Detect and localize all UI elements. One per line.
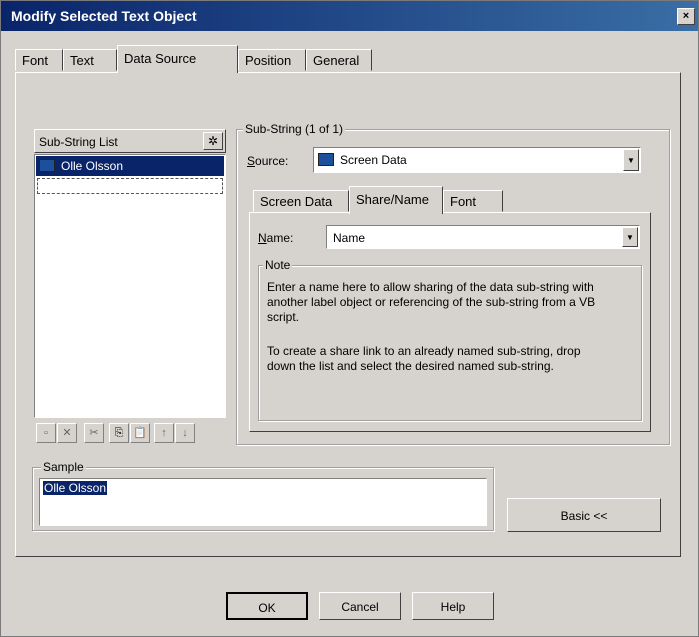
chevron-down-icon[interactable]: ▼: [623, 149, 639, 171]
sample-text: Olle Olsson: [43, 481, 108, 495]
ok-button[interactable]: OK: [226, 592, 308, 620]
name-value: Name: [333, 231, 366, 245]
sample-label: Sample: [41, 460, 86, 474]
paste-icon[interactable]: 📋: [130, 423, 150, 443]
delete-icon[interactable]: ✕: [57, 423, 77, 443]
sample-preview: Olle Olsson: [39, 478, 487, 526]
substring-group: Sub-String (1 of 1) Source: Screen Data …: [236, 122, 670, 445]
title-bar[interactable]: Modify Selected Text Object ×: [1, 1, 698, 31]
substring-listbox[interactable]: Olle Olsson: [34, 154, 226, 418]
note-label: Note: [263, 258, 293, 272]
source-label: Source:: [247, 154, 289, 168]
dialog-window: Modify Selected Text Object × Font Text …: [0, 0, 699, 637]
monitor-icon: [318, 153, 334, 167]
tab-screen-data[interactable]: Screen Data: [253, 190, 349, 212]
source-value: Screen Data: [340, 153, 407, 167]
substring-list-label: Sub-String List: [39, 135, 118, 149]
substring-list-toolbar: ▫ ✕ ✂ ⎘ 📋 ↑ ↓: [34, 423, 226, 445]
tab-data-source[interactable]: Data Source: [117, 45, 238, 73]
close-button[interactable]: ×: [677, 8, 695, 25]
source-dropdown[interactable]: Screen Data ▼: [313, 147, 641, 173]
cancel-button[interactable]: Cancel: [319, 592, 401, 620]
substring-group-label: Sub-String (1 of 1): [243, 122, 346, 136]
tab-text[interactable]: Text: [63, 49, 117, 71]
tab-font[interactable]: Font: [15, 49, 63, 71]
note-group: Note Enter a name here to allow sharing …: [258, 258, 642, 421]
cut-icon[interactable]: ✂: [84, 423, 104, 443]
name-combobox[interactable]: Name ▼: [326, 225, 640, 249]
new-icon[interactable]: ▫: [36, 423, 56, 443]
note-text-2: To create a share link to an already nam…: [267, 344, 581, 373]
chevron-down-icon[interactable]: ▼: [622, 227, 638, 247]
list-item[interactable]: Olle Olsson: [36, 156, 224, 176]
data-source-page: Sub-String List ✲ Olle Olsson ▫ ✕ ✂ ⎘ 📋 …: [15, 72, 681, 557]
tab-share-name[interactable]: Share/Name: [349, 186, 443, 214]
substring-list-panel: Sub-String List ✲ Olle Olsson ▫ ✕ ✂ ⎘ 📋 …: [34, 129, 226, 455]
dialog-title: Modify Selected Text Object: [11, 8, 197, 24]
tab-inner-font[interactable]: Font: [443, 190, 503, 212]
sample-group: Sample Olle Olsson: [32, 460, 494, 531]
basic-button[interactable]: Basic <<: [507, 498, 661, 532]
help-button[interactable]: Help: [412, 592, 494, 620]
substring-list-header: Sub-String List ✲: [34, 129, 226, 153]
tab-position[interactable]: Position: [238, 49, 306, 71]
wand-icon[interactable]: ✲: [203, 132, 223, 150]
name-label: Name:: [258, 231, 294, 245]
tab-general[interactable]: General: [306, 49, 372, 71]
copy-icon[interactable]: ⎘: [109, 423, 129, 443]
up-arrow-icon[interactable]: ↑: [154, 423, 174, 443]
down-arrow-icon[interactable]: ↓: [175, 423, 195, 443]
share-name-page: Name: Name ▼ Note Enter a name here to a…: [249, 212, 651, 432]
note-text-1: Enter a name here to allow sharing of th…: [267, 280, 596, 324]
monitor-icon: [39, 159, 55, 173]
list-item-label: Olle Olsson: [61, 159, 124, 173]
new-item-placeholder[interactable]: [37, 178, 223, 194]
